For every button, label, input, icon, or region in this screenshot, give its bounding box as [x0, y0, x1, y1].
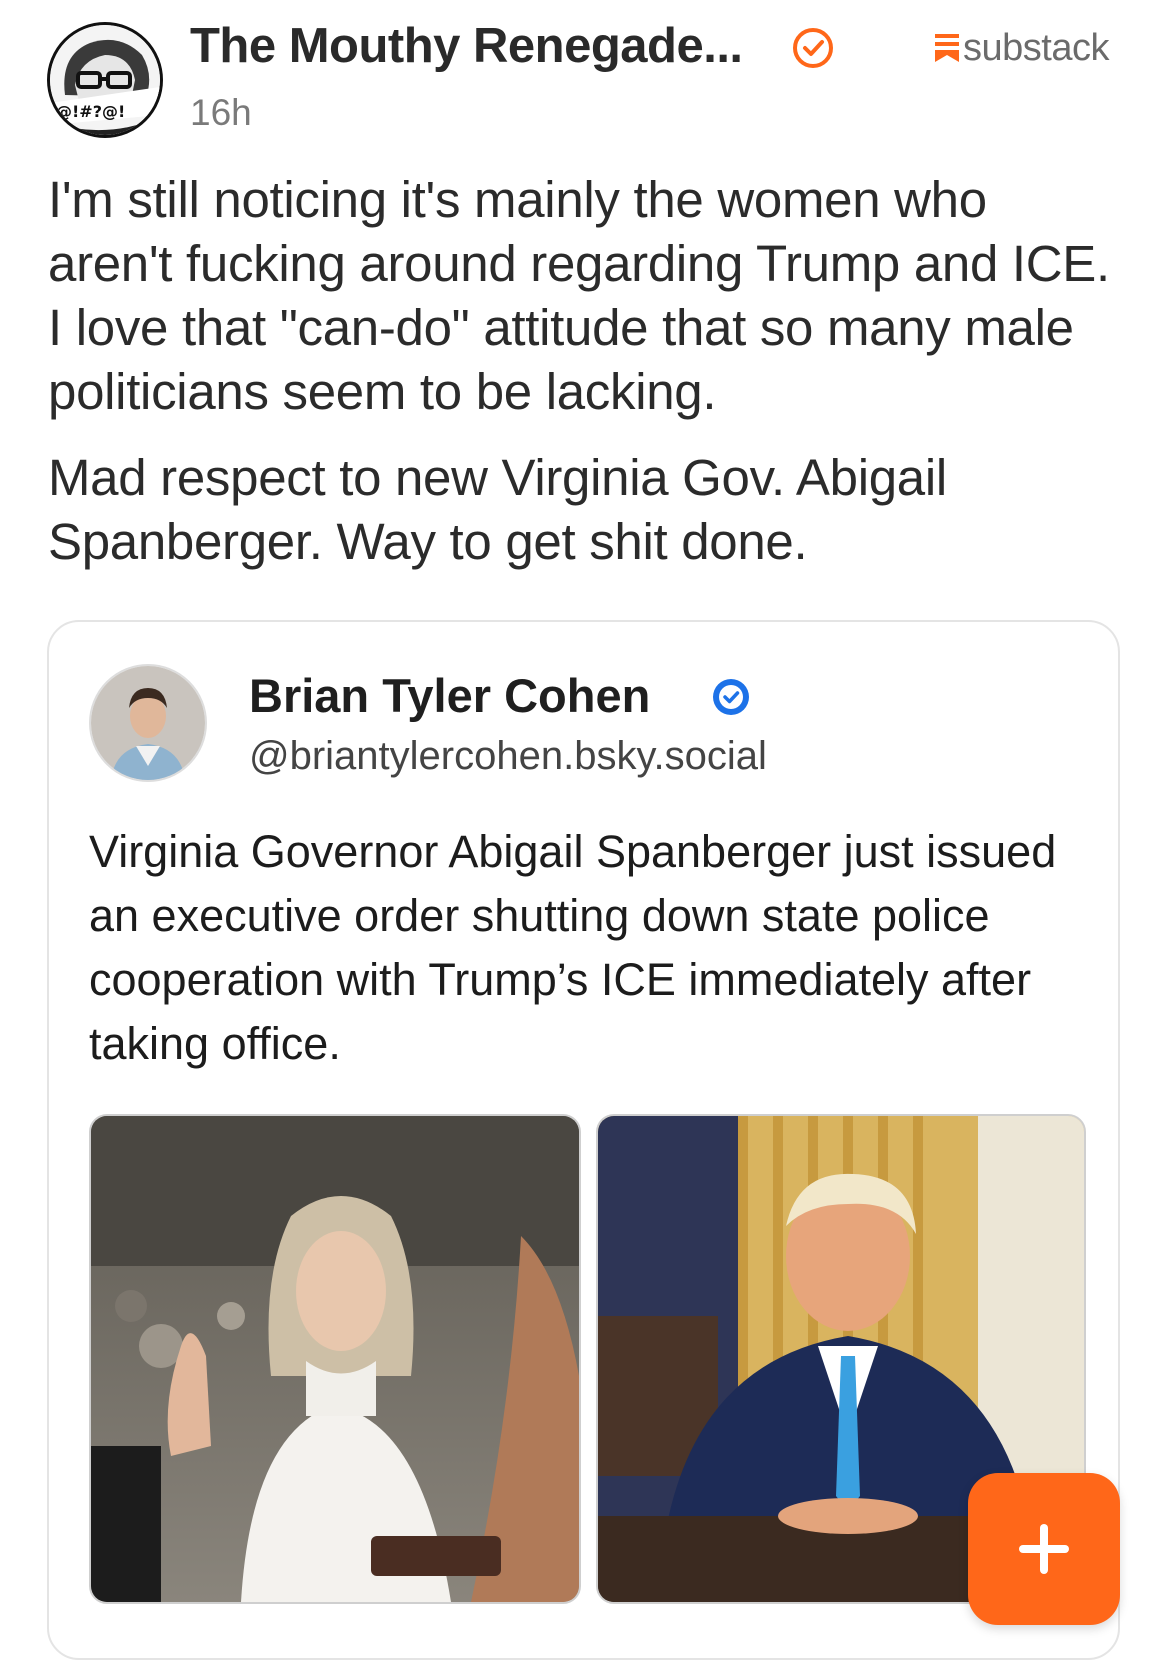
verified-badge-icon [713, 679, 749, 715]
post-body: I'm still noticing it's mainly the women… [48, 168, 1118, 596]
verified-badge-icon [793, 28, 833, 68]
plus-icon [1019, 1524, 1069, 1574]
author-name[interactable]: The Mouthy Renegade... [190, 18, 743, 74]
substack-label: substack [963, 26, 1109, 69]
embed-photo-spanberger[interactable] [89, 1114, 581, 1604]
post-header: @!#?@! The Mouthy Renegade... substack 1… [0, 0, 1170, 150]
embed-post-text: Virginia Governor Abigail Spanberger jus… [89, 826, 1057, 1069]
author-avatar[interactable]: @!#?@! [47, 22, 163, 138]
substack-logo-icon [935, 34, 959, 62]
embed-author-avatar[interactable] [89, 664, 207, 782]
post-paragraph: I'm still noticing it's mainly the women… [48, 171, 1110, 420]
embedded-post-card[interactable]: Brian Tyler Cohen @briantylercohen.bsky.… [47, 620, 1120, 1660]
post-paragraph: Mad respect to new Virginia Gov. Abigail… [48, 449, 947, 570]
compose-button[interactable] [968, 1473, 1120, 1625]
post-timestamp: 16h [190, 92, 252, 133]
substack-brand[interactable]: substack [935, 26, 1109, 69]
embed-author-name[interactable]: Brian Tyler Cohen [249, 668, 650, 723]
svg-text:@!#?@!: @!#?@! [56, 102, 125, 121]
embed-author-handle[interactable]: @briantylercohen.bsky.social [249, 734, 767, 779]
